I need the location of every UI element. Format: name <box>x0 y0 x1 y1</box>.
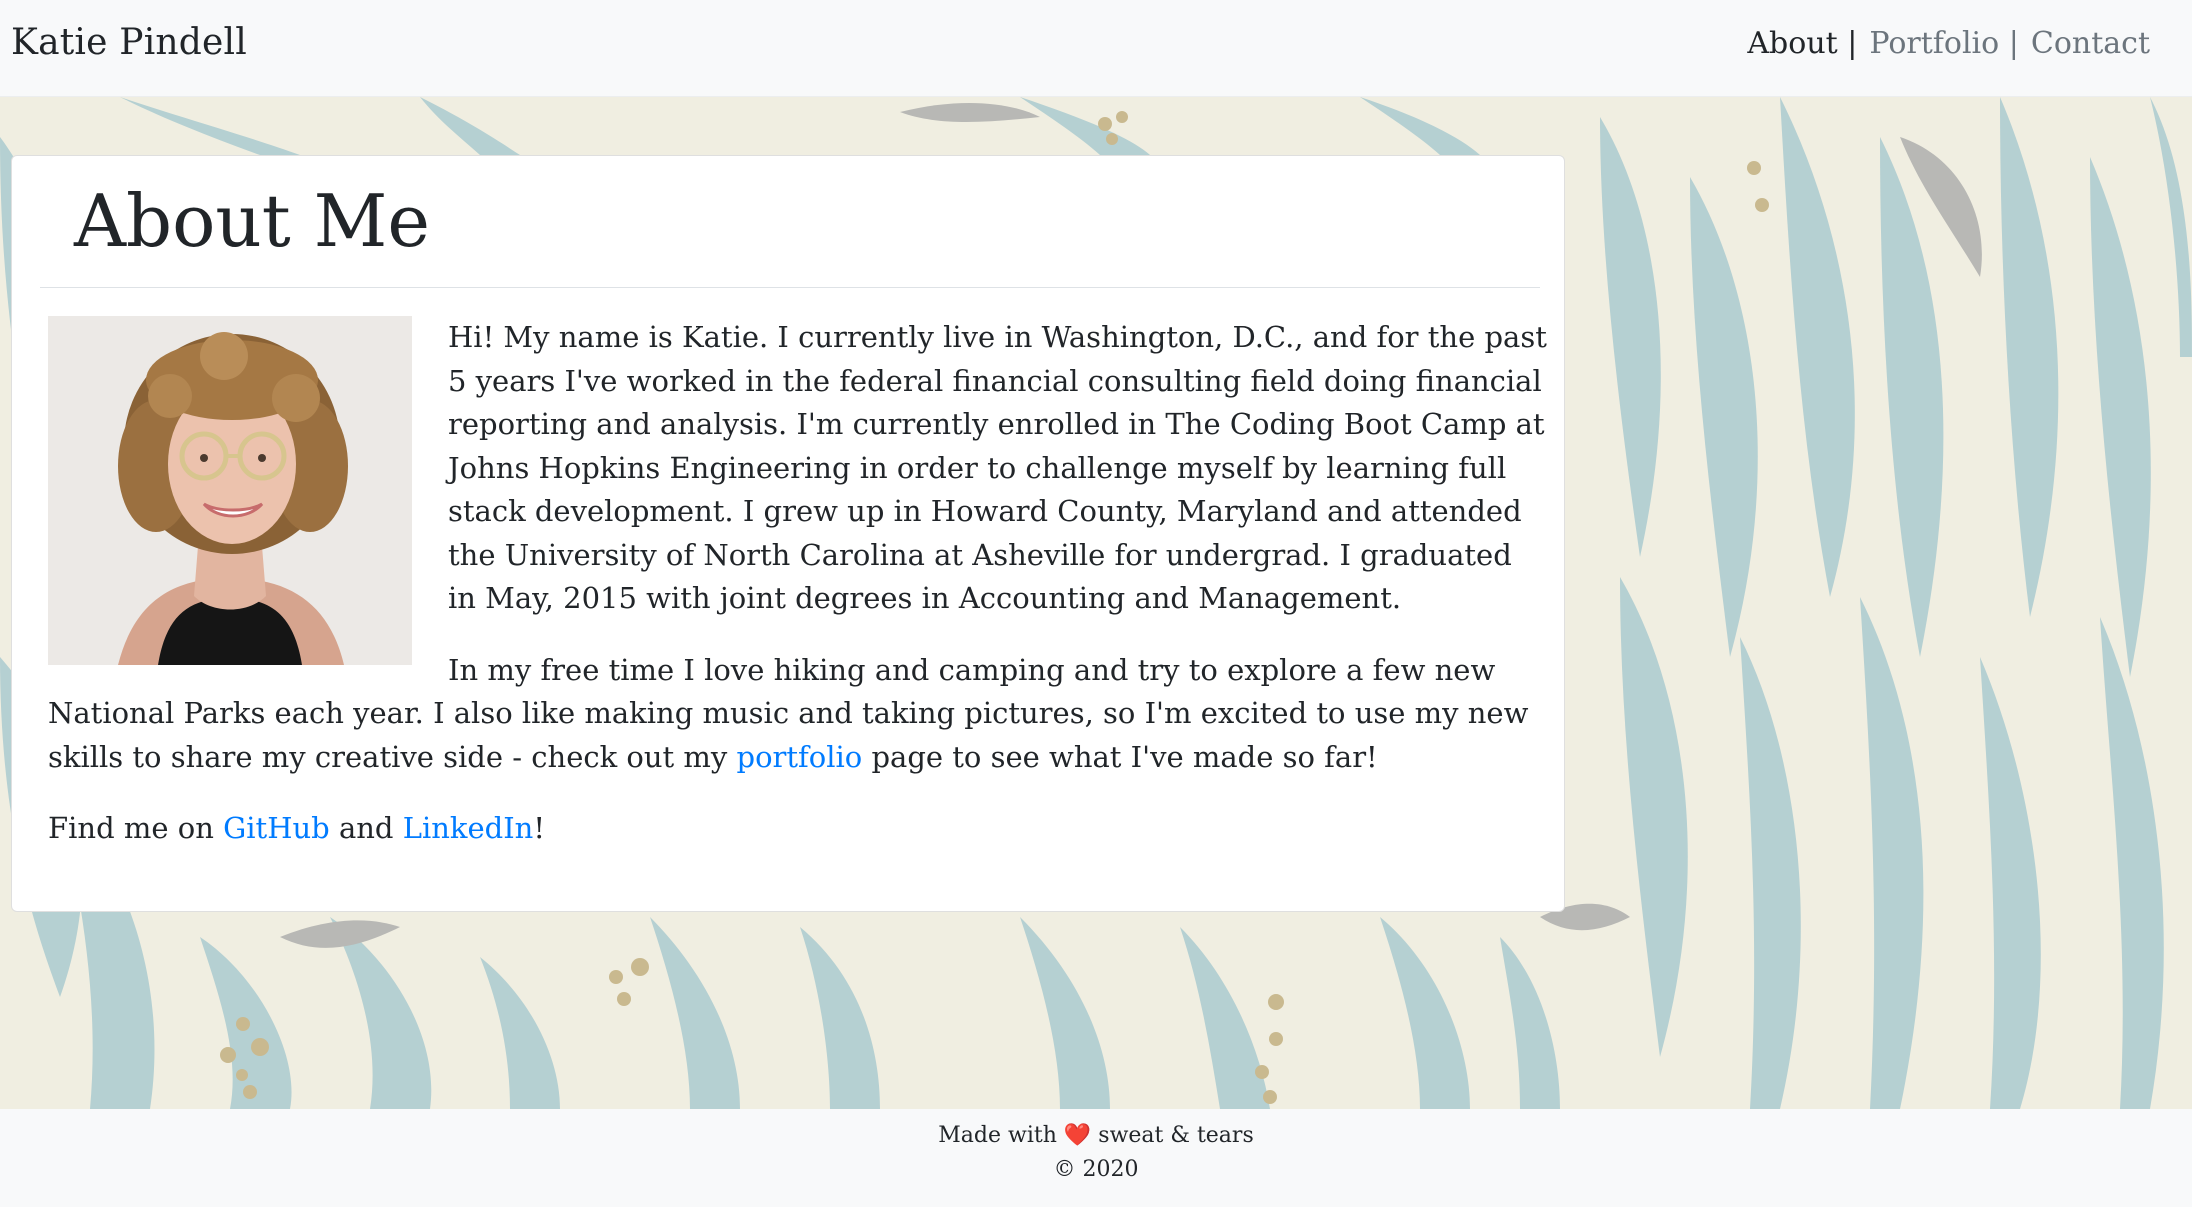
divider <box>40 287 1540 288</box>
footer-copyright: © 2020 <box>1053 1157 1139 1182</box>
linkedin-link[interactable]: LinkedIn <box>403 811 534 845</box>
find-me-suffix: ! <box>533 811 546 845</box>
nav-link-portfolio[interactable]: Portfolio <box>1869 26 1999 61</box>
about-paragraph-2: In my free time I love hiking and campin… <box>48 649 1548 780</box>
about-content: Hi! My name is Katie. I currently live i… <box>48 316 1548 879</box>
about-card: About Me Hi! My name is Katie. I current… <box>11 155 1565 912</box>
brand-title[interactable]: Katie Pindell <box>11 22 247 63</box>
portfolio-link[interactable]: portfolio <box>737 740 863 774</box>
profile-photo <box>48 316 412 665</box>
paragraph-2-text-end: page to see what I've made so far! <box>862 739 1378 774</box>
footer: Made with ❤️ sweat & tears © 2020 <box>0 1109 2192 1207</box>
find-me-line: Find me on GitHub and LinkedIn! <box>48 807 1548 851</box>
github-link[interactable]: GitHub <box>223 811 330 845</box>
nav-separator: | <box>2008 26 2019 61</box>
navbar: Katie Pindell About | Portfolio | Contac… <box>0 0 2192 97</box>
portrait-illustration <box>48 316 412 665</box>
nav-item-about: About | <box>1747 26 1857 61</box>
nav-separator: | <box>1847 26 1858 61</box>
page-title: About Me <box>74 179 430 263</box>
heart-icon: ❤️ <box>1063 1123 1092 1148</box>
footer-credit: Made with ❤️ sweat & tears <box>0 1119 2192 1153</box>
nav-item-contact: Contact <box>2031 26 2150 61</box>
nav-link-about[interactable]: About <box>1747 26 1837 61</box>
nav-item-portfolio: Portfolio | <box>1869 26 2019 61</box>
nav-links: About | Portfolio | Contact <box>1747 26 2150 61</box>
find-me-prefix: Find me on <box>48 811 224 845</box>
footer-made-with: Made with <box>938 1123 1057 1148</box>
footer-sweat-tears: sweat & tears <box>1098 1123 1254 1148</box>
nav-link-contact[interactable]: Contact <box>2031 26 2150 61</box>
find-me-and: and <box>329 811 403 845</box>
